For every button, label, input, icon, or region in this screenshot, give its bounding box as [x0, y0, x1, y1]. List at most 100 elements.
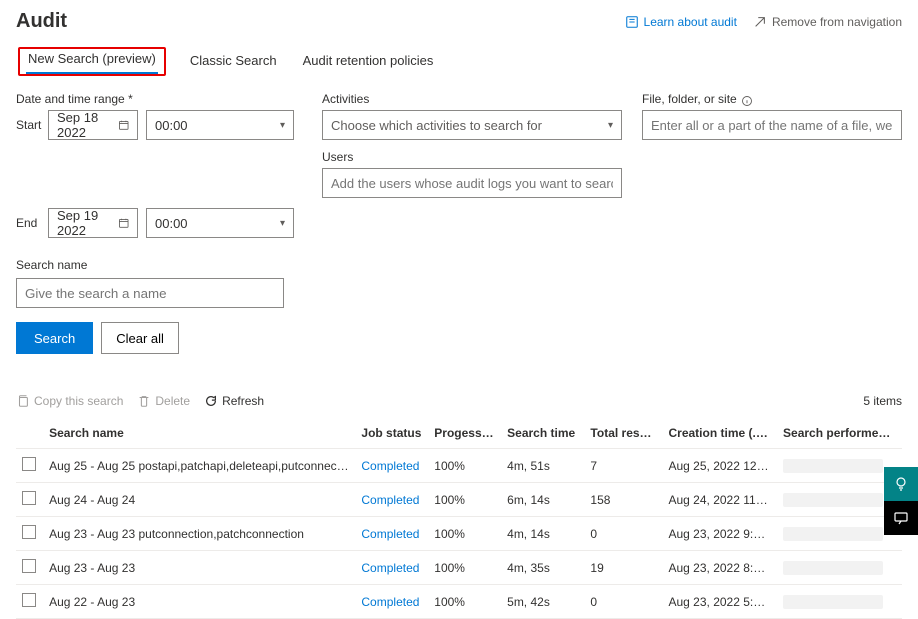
calendar-icon [118, 216, 129, 230]
col-header-status[interactable]: Job status [355, 418, 428, 449]
chevron-down-icon: ▾ [608, 120, 613, 131]
end-label: End [16, 216, 40, 230]
page-title: Audit [16, 10, 67, 33]
redacted-value [783, 595, 883, 609]
col-header-name[interactable]: Search name [43, 418, 355, 449]
table-row[interactable]: Aug 23 - Aug 23 putconnection,patchconne… [16, 517, 902, 551]
results-table: Search name Job status Progess (%) Searc… [16, 418, 902, 619]
refresh-label: Refresh [222, 394, 264, 408]
table-row[interactable]: Aug 25 - Aug 25 postapi,patchapi,deletea… [16, 449, 902, 483]
cell-creation: Aug 23, 2022 8:51 ... [663, 551, 778, 585]
book-icon [625, 15, 639, 29]
chat-widget[interactable] [884, 501, 918, 535]
cell-searchtime: 6m, 14s [501, 483, 584, 517]
cell-total: 7 [584, 449, 662, 483]
cell-creation: Aug 23, 2022 5:58 ... [663, 585, 778, 619]
file-input[interactable] [642, 110, 902, 140]
chevron-down-icon: ▾ [280, 218, 285, 229]
cell-total: 0 [584, 517, 662, 551]
row-checkbox[interactable] [22, 525, 36, 539]
search-button[interactable]: Search [16, 322, 93, 354]
cell-name: Aug 23 - Aug 23 [43, 551, 355, 585]
col-header-performed[interactable]: Search performed by [777, 418, 902, 449]
cell-creation: Aug 25, 2022 12:23... [663, 449, 778, 483]
clear-all-button[interactable]: Clear all [101, 322, 179, 354]
end-time-value: 00:00 [155, 216, 188, 231]
cell-name: Aug 22 - Aug 23 [43, 585, 355, 619]
activities-section: Activities Choose which activities to se… [322, 92, 622, 198]
cell-creation: Aug 24, 2022 11:01... [663, 483, 778, 517]
cell-name: Aug 23 - Aug 23 putconnection,patchconne… [43, 517, 355, 551]
row-checkbox[interactable] [22, 593, 36, 607]
cell-performed [777, 551, 902, 585]
tab-classic-search[interactable]: Classic Search [188, 47, 279, 76]
search-name-input[interactable] [16, 278, 284, 308]
activities-placeholder: Choose which activities to search for [331, 118, 542, 133]
side-widget-bar [884, 467, 918, 535]
cell-searchtime: 4m, 51s [501, 449, 584, 483]
items-count: 5 items [863, 394, 902, 408]
feedback-widget[interactable] [884, 467, 918, 501]
cell-status[interactable]: Completed [361, 561, 419, 575]
learn-about-audit-label: Learn about audit [644, 15, 737, 29]
copy-search-label: Copy this search [34, 394, 123, 408]
activities-select[interactable]: Choose which activities to search for ▾ [322, 110, 622, 140]
end-time-select[interactable]: 00:00 ▾ [146, 208, 294, 238]
info-icon[interactable] [741, 95, 753, 107]
tab-new-search[interactable]: New Search (preview) [26, 45, 158, 74]
table-row[interactable]: Aug 23 - Aug 23 Completed 100% 4m, 35s 1… [16, 551, 902, 585]
cell-progress: 100% [428, 551, 501, 585]
redacted-value [783, 493, 883, 507]
cell-status[interactable]: Completed [361, 459, 419, 473]
tab-retention-policies[interactable]: Audit retention policies [301, 47, 436, 76]
col-header-progress[interactable]: Progess (%) [428, 418, 501, 449]
row-checkbox[interactable] [22, 491, 36, 505]
cell-searchtime: 5m, 42s [501, 585, 584, 619]
start-label: Start [16, 118, 40, 132]
cell-total: 19 [584, 551, 662, 585]
refresh-icon [204, 394, 218, 408]
file-label: File, folder, or site [642, 92, 737, 106]
trash-icon [137, 394, 151, 408]
delete-button[interactable]: Delete [137, 394, 190, 408]
cell-total: 158 [584, 483, 662, 517]
header-actions: Learn about audit Remove from navigation [625, 15, 902, 29]
col-header-creation[interactable]: Creation time (... ↓ [663, 418, 778, 449]
highlight-annotation: New Search (preview) [18, 47, 166, 76]
users-label: Users [322, 150, 622, 164]
table-row[interactable]: Aug 22 - Aug 23 Completed 100% 5m, 42s 0… [16, 585, 902, 619]
refresh-button[interactable]: Refresh [204, 394, 264, 408]
cell-name: Aug 24 - Aug 24 [43, 483, 355, 517]
start-date-input[interactable]: Sep 18 2022 [48, 110, 138, 140]
cell-status[interactable]: Completed [361, 595, 419, 609]
row-checkbox[interactable] [22, 559, 36, 573]
table-row[interactable]: Aug 24 - Aug 24 Completed 100% 6m, 14s 1… [16, 483, 902, 517]
col-header-searchtime[interactable]: Search time [501, 418, 584, 449]
chat-icon [893, 510, 909, 526]
cell-progress: 100% [428, 483, 501, 517]
lightbulb-icon [893, 476, 909, 492]
start-time-select[interactable]: 00:00 ▾ [146, 110, 294, 140]
cell-searchtime: 4m, 14s [501, 517, 584, 551]
users-input[interactable] [322, 168, 622, 198]
calendar-icon [118, 118, 129, 132]
copy-search-button[interactable]: Copy this search [16, 394, 123, 408]
start-time-value: 00:00 [155, 118, 188, 133]
remove-from-nav-link[interactable]: Remove from navigation [753, 15, 902, 29]
cell-status[interactable]: Completed [361, 493, 419, 507]
cell-progress: 100% [428, 585, 501, 619]
row-checkbox[interactable] [22, 457, 36, 471]
redacted-value [783, 561, 883, 575]
cell-searchtime: 4m, 35s [501, 551, 584, 585]
redacted-value [783, 459, 883, 473]
results-toolbar: Copy this search Delete Refresh 5 items [16, 394, 902, 418]
chevron-down-icon: ▾ [280, 120, 285, 131]
cell-status[interactable]: Completed [361, 527, 419, 541]
col-header-total[interactable]: Total results [584, 418, 662, 449]
cell-performed [777, 585, 902, 619]
end-date-input[interactable]: Sep 19 2022 [48, 208, 138, 238]
end-date-value: Sep 19 2022 [57, 208, 118, 238]
redacted-value [783, 527, 883, 541]
tab-bar: New Search (preview) Classic Search Audi… [16, 47, 902, 76]
learn-about-audit-link[interactable]: Learn about audit [625, 15, 737, 29]
